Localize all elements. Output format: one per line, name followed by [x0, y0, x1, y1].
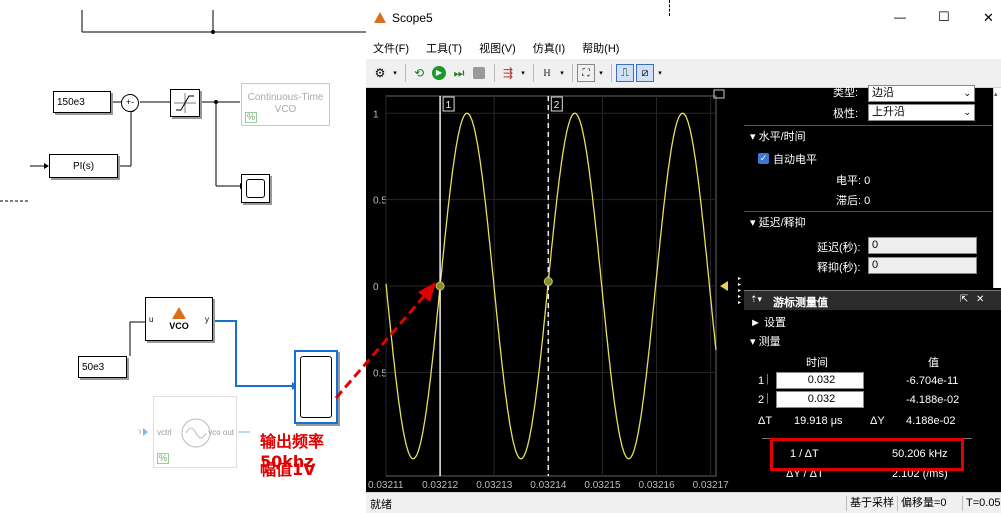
splitter-grip-icon: ▸ ▸ ▸ ▸ ▸ — [738, 276, 742, 306]
holdoff-input[interactable]: 0 — [868, 257, 977, 274]
cursor1-time-input[interactable]: 0.032 — [776, 372, 864, 389]
chevron-down-icon: ⌄ — [963, 107, 971, 117]
x-tick-label: 0.03215 — [584, 480, 621, 491]
matlab-function-vco-block[interactable]: VCO u y — [145, 297, 213, 341]
settings-section-toggle[interactable]: ► 设置 — [750, 314, 786, 330]
delta-y-value: 4.188e-02 — [906, 415, 956, 427]
stop-icon[interactable] — [470, 64, 488, 82]
autoscale-icon[interactable]: ⛶ — [577, 64, 595, 82]
highlight-box — [770, 438, 964, 471]
panel-scrollbar[interactable]: ▴ — [993, 88, 1001, 288]
menu-tools[interactable]: 工具(T) — [426, 40, 462, 56]
measure-section-toggle[interactable]: ▾ 测量 — [750, 333, 781, 349]
trigger-icon[interactable]: ⎍ — [616, 64, 634, 82]
pct-icon: % — [157, 453, 170, 464]
offset-value: 偏移量=0 — [897, 496, 947, 511]
dropdown-arrow-icon[interactable]: ▾ — [391, 64, 399, 82]
saturation-block[interactable] — [170, 89, 200, 117]
dropdown-arrow-icon[interactable]: ▾ — [597, 64, 605, 82]
x-tick-label: 0.03211 — [368, 480, 404, 491]
scope-title-bar[interactable]: Scope5 — ☐ ✕ — [366, 0, 1001, 36]
settings-panel: 类型: 边沿 ⌄ 极性: 上升沿 ⌄ ▾ 水平/时间 ✓ 自动电平 电平: 0 滞后… — [744, 85, 1001, 492]
step-back-icon[interactable]: ⟲ — [410, 64, 428, 82]
menu-simulation[interactable]: 仿真(I) — [533, 40, 565, 56]
cursor-measurements-header: ⇡▾ 游标测量值 ⇱ ✕ — [744, 290, 1001, 310]
matlab-icon — [172, 307, 186, 319]
sum-block[interactable]: +- — [121, 94, 139, 112]
dropdown-arrow-icon[interactable]: ▾ — [558, 64, 566, 82]
cursor2-value: -4.188e-02 — [906, 394, 960, 406]
y-tick-label: 1 — [373, 109, 379, 120]
constant-150e3-block[interactable]: 150e3 — [53, 91, 111, 113]
cursor1-value: -6.704e-11 — [906, 375, 959, 387]
trigger-type-select[interactable]: 边沿 ⌄ — [868, 85, 975, 102]
continuous-time-vco-block[interactable]: Continuous-Time VCO % — [241, 83, 330, 126]
x-tick-label: 0.03212 — [422, 480, 459, 491]
menu-bar: 文件(F) 工具(T) 视图(V) 仿真(I) 帮助(H) — [366, 36, 1001, 59]
chevron-down-icon: ⌄ — [963, 88, 971, 98]
cursor-marker — [543, 277, 553, 287]
cursor-2-label: 2 — [554, 100, 560, 111]
undock-icon[interactable]: ⇱ — [960, 294, 968, 305]
pin-icon[interactable]: ⇡▾ — [750, 294, 762, 305]
close-panel-icon[interactable]: ✕ — [976, 294, 984, 305]
vco-library-block[interactable]: vctrl vco out % — [153, 396, 237, 468]
scope-block-top[interactable] — [241, 174, 270, 203]
trigger-polarity-select[interactable]: 上升沿 ⌄ — [868, 104, 975, 121]
close-button[interactable]: ✕ — [983, 10, 994, 26]
settings-gear-icon[interactable]: ⚙ — [371, 64, 389, 82]
zoom-icon[interactable]: ℍ — [538, 64, 556, 82]
delay-input[interactable]: 0 — [868, 237, 977, 254]
auto-level-checkbox[interactable]: ✓ — [758, 153, 769, 164]
scope-toolbar: ⚙ ▾ ⟲ ▶ ⏭ ⇶ ▾ ℍ ▾ ⛶ ▾ ⎍ ⧄ ▾ — [366, 59, 1001, 88]
constant-50e3-block[interactable]: 50e3 — [78, 356, 127, 378]
delay-holdoff-header[interactable]: ▾ 延迟/释抑 — [750, 214, 806, 230]
saturation-icon — [174, 93, 196, 113]
x-tick-label: 0.03213 — [476, 480, 513, 491]
maximize-button[interactable]: ☐ — [938, 9, 950, 25]
menu-view[interactable]: 视图(V) — [479, 40, 516, 56]
pct-icon: % — [245, 112, 258, 123]
x-tick-label: 0.03216 — [638, 480, 675, 491]
menu-help[interactable]: 帮助(H) — [582, 40, 619, 56]
dropdown-arrow-icon[interactable]: ▾ — [656, 64, 664, 82]
minimize-button[interactable]: — — [894, 10, 906, 24]
trigger-level-icon — [720, 281, 728, 291]
model-dashed-line — [669, 0, 670, 16]
status-bar: 就绪 基于采样 偏移量=0 T=0.050 — [366, 492, 1001, 513]
window-title: Scope5 — [392, 11, 433, 25]
cursor-1-label: 1 — [446, 100, 452, 111]
run-icon[interactable]: ▶ — [430, 64, 448, 82]
annotation-arrow — [334, 282, 436, 399]
vco-in-port-icon: › — [138, 426, 142, 438]
matlab-logo-icon — [374, 12, 386, 23]
status-text: 就绪 — [370, 499, 392, 511]
cursor-measure-icon[interactable]: ⧄ — [636, 64, 654, 82]
signal-select-icon[interactable]: ⇶ — [499, 64, 517, 82]
y-tick-label: 0.5 — [373, 196, 387, 207]
x-tick-label: 0.03217 — [693, 480, 730, 491]
menu-file[interactable]: 文件(F) — [373, 40, 409, 56]
time-value: T=0.050 — [962, 496, 1001, 511]
model-canvas: 150e3 +- Continuous-Time VCO % PI(s) VCO… — [0, 0, 366, 513]
annotation-amplitude: 幅值1V — [260, 460, 316, 479]
horizontal-time-header[interactable]: ▾ 水平/时间 — [750, 128, 806, 144]
cursor2-time-input[interactable]: 0.032 — [776, 391, 864, 408]
dropdown-arrow-icon[interactable]: ▾ — [519, 64, 527, 82]
delta-t-value: 19.918 μs — [794, 415, 843, 427]
x-tick-label: 0.03214 — [530, 480, 567, 491]
vco-sine-icon — [181, 418, 211, 448]
chevron-up-icon: ▴ — [994, 91, 998, 98]
sampling-mode: 基于采样 — [846, 496, 894, 511]
pi-controller-block[interactable]: PI(s) — [49, 154, 118, 178]
step-forward-icon[interactable]: ⏭ — [450, 64, 468, 82]
